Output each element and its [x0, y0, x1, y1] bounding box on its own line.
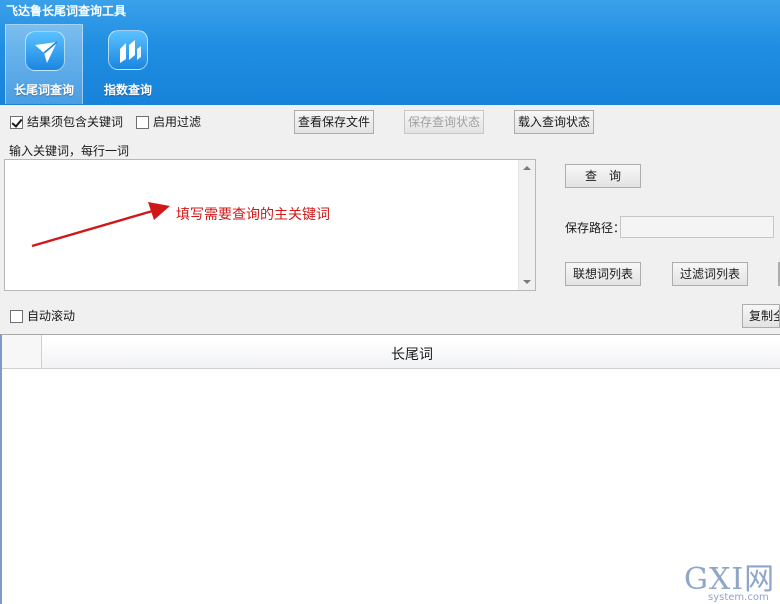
tab-index-query[interactable]: 指数查询 — [89, 24, 167, 104]
related-words-list-button[interactable]: 联想词列表 — [565, 262, 641, 286]
tab-label: 指数查询 — [103, 83, 152, 97]
save-path-field[interactable] — [620, 216, 774, 238]
query-button[interactable]: 查 询 — [565, 164, 641, 188]
tab-longtail-query[interactable]: 长尾词查询 — [5, 24, 83, 104]
checkbox-box[interactable] — [10, 309, 23, 323]
save-query-state-button[interactable]: 保存查询状态 — [404, 110, 484, 134]
view-saved-file-button[interactable]: 查看保存文件 — [294, 110, 374, 134]
save-path-label: 保存路径： — [565, 221, 626, 235]
column-header-longtail[interactable]: 长尾词 — [42, 335, 780, 369]
watermark-domain: system.com — [708, 592, 769, 603]
copy-all-button[interactable]: 复制全 — [742, 304, 780, 328]
must-include-keyword-checkbox[interactable]: 结果须包含关键词 — [10, 114, 123, 130]
index-chart-icon — [108, 30, 148, 70]
keyword-scrollbar[interactable] — [518, 160, 535, 290]
auto-scroll-checkbox[interactable]: 自动滚动 — [10, 308, 75, 324]
grid-corner-cell[interactable] — [2, 335, 42, 369]
paper-plane-icon — [25, 31, 65, 71]
load-query-state-button[interactable]: 载入查询状态 — [514, 110, 594, 134]
checkbox-label: 结果须包含关键词 — [27, 115, 124, 129]
keyword-input-label: 输入关键词，每行一词 — [9, 144, 130, 158]
checkbox-label: 自动滚动 — [27, 309, 76, 323]
filter-words-list-button[interactable]: 过滤词列表 — [672, 262, 748, 286]
scroll-down-arrow-icon[interactable] — [523, 280, 531, 284]
tab-label: 长尾词查询 — [13, 83, 74, 97]
red-arrow-icon — [31, 202, 170, 248]
enable-filter-checkbox[interactable]: 启用过滤 — [136, 114, 201, 130]
app-title: 飞达鲁长尾词查询工具 — [6, 4, 127, 18]
title-bar: 飞达鲁长尾词查询工具 长尾词查询 指数查询 — [0, 0, 780, 105]
results-grid[interactable]: 长尾词 — [0, 334, 780, 604]
checkbox-label: 启用过滤 — [153, 115, 202, 129]
checkbox-box[interactable] — [136, 115, 149, 129]
keyword-annotation: 填写需要查询的主关键词 — [176, 206, 330, 222]
checkbox-box[interactable] — [10, 115, 23, 129]
site-watermark: GXI网 system.com — [684, 564, 780, 604]
scroll-up-arrow-icon[interactable] — [523, 166, 531, 170]
